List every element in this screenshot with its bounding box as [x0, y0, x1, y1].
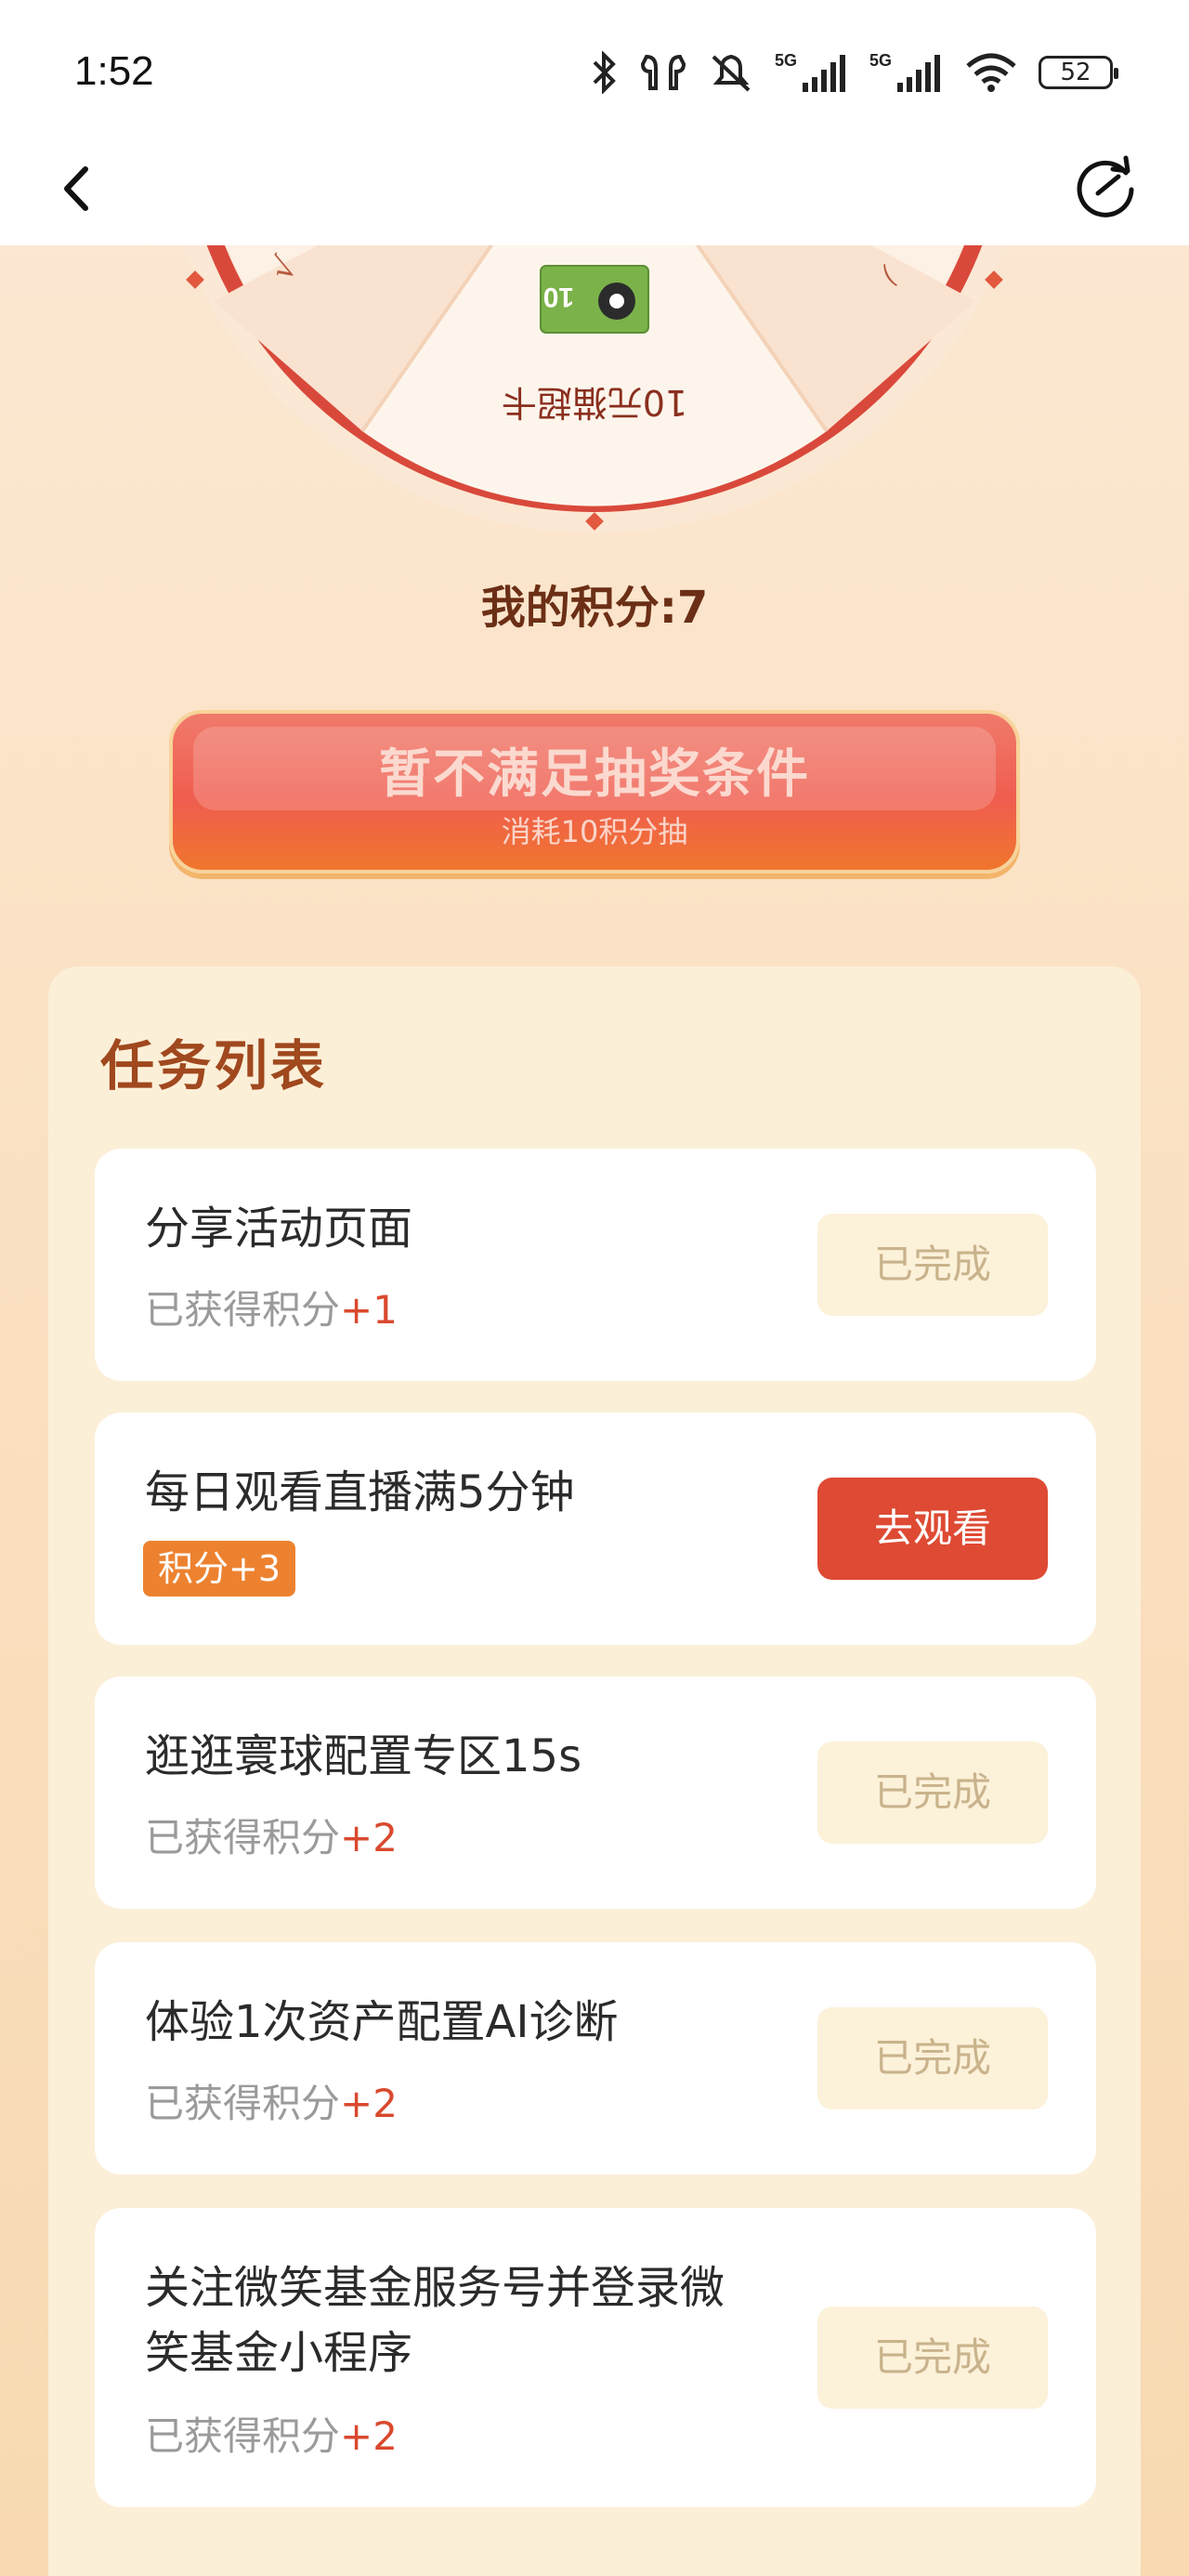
signal-5g-icon: 5G — [869, 51, 940, 92]
task-panel: 任务列表 分享活动页面 已获得积分+1 已完成 每日观看直播满5分钟 积分+3 … — [48, 966, 1141, 2576]
cat-card-icon: 10 — [540, 265, 649, 334]
refresh-icon[interactable] — [1070, 152, 1141, 223]
task-status: 已获得积分+2 — [145, 1807, 398, 1863]
task-name: 分享活动页面 — [145, 1203, 413, 1255]
task-card: 体验1次资产配置AI诊断 已获得积分+2 已完成 — [95, 1942, 1096, 2175]
task-status: 已获得积分+1 — [145, 1279, 398, 1335]
task-card: 分享活动页面 已获得积分+1 已完成 — [95, 1149, 1096, 1381]
task-list-title: 任务列表 — [100, 1034, 328, 1097]
task-name-line2: 笑基金小程序 — [145, 2327, 413, 2379]
task-status-text: 已获得积分 — [145, 1815, 341, 1860]
header — [0, 130, 1189, 245]
back-arrow-icon[interactable] — [45, 156, 110, 221]
signal-5g-icon: 5G — [775, 51, 845, 92]
battery-level: 52 — [1060, 59, 1091, 86]
wifi-icon — [966, 53, 1016, 92]
status-bar: 1:52 5G 5G 52 — [0, 0, 1189, 149]
task-status: 已获得积分+2 — [145, 2405, 398, 2462]
task-name: 每日观看直播满5分钟 — [145, 1466, 575, 1518]
prize-label: 10元猫超卡 — [502, 382, 687, 423]
task-points: +2 — [340, 1815, 398, 1860]
task-name: 逛逛寰球配置专区15s — [145, 1730, 582, 1782]
task-points: +2 — [340, 2081, 398, 2126]
task-name: 体验1次资产配置AI诊断 — [145, 1996, 619, 2048]
battery-icon: 52 — [1039, 56, 1118, 89]
task-done-button[interactable]: 已完成 — [817, 1214, 1048, 1316]
task-status-text: 已获得积分 — [145, 2081, 341, 2126]
draw-button[interactable]: 暂不满足抽奖条件 消耗10积分抽 — [169, 710, 1020, 874]
task-status-text: 已获得积分 — [145, 1287, 341, 1333]
status-time: 1:52 — [74, 48, 154, 94]
task-points: +2 — [340, 2413, 398, 2459]
task-done-button[interactable]: 已完成 — [817, 1741, 1048, 1844]
draw-button-label: 暂不满足抽奖条件 — [379, 744, 810, 805]
my-points: 我的积分:7 — [480, 582, 709, 634]
svg-text:5G: 5G — [775, 51, 797, 70]
task-status: 已获得积分+2 — [145, 2072, 398, 2129]
task-points-badge: 积分+3 — [143, 1541, 296, 1597]
svg-text:5G: 5G — [869, 51, 892, 70]
task-card: 关注微笑基金服务号并登录微 笑基金小程序 已获得积分+2 已完成 — [95, 2208, 1096, 2507]
prize-wheel: √ ‿ 10 10元猫超卡 — [0, 245, 1189, 543]
watch-button[interactable]: 去观看 — [817, 1478, 1048, 1580]
card-value: 10 — [543, 282, 574, 312]
task-done-button[interactable]: 已完成 — [817, 2007, 1048, 2109]
task-card: 每日观看直播满5分钟 积分+3 去观看 — [95, 1413, 1096, 1645]
task-card: 逛逛寰球配置专区15s 已获得积分+2 已完成 — [95, 1676, 1096, 1909]
earbuds-icon — [640, 54, 686, 90]
draw-button-sublabel: 消耗10积分抽 — [501, 814, 688, 849]
status-icons: 5G 5G 52 — [591, 46, 1118, 99]
task-done-button[interactable]: 已完成 — [817, 2307, 1048, 2409]
task-points: +1 — [340, 1287, 398, 1333]
bluetooth-icon — [593, 51, 616, 94]
task-name-line1: 关注微笑基金服务号并登录微 — [145, 2262, 725, 2314]
task-status-text: 已获得积分 — [145, 2413, 341, 2459]
mute-icon — [712, 54, 751, 92]
